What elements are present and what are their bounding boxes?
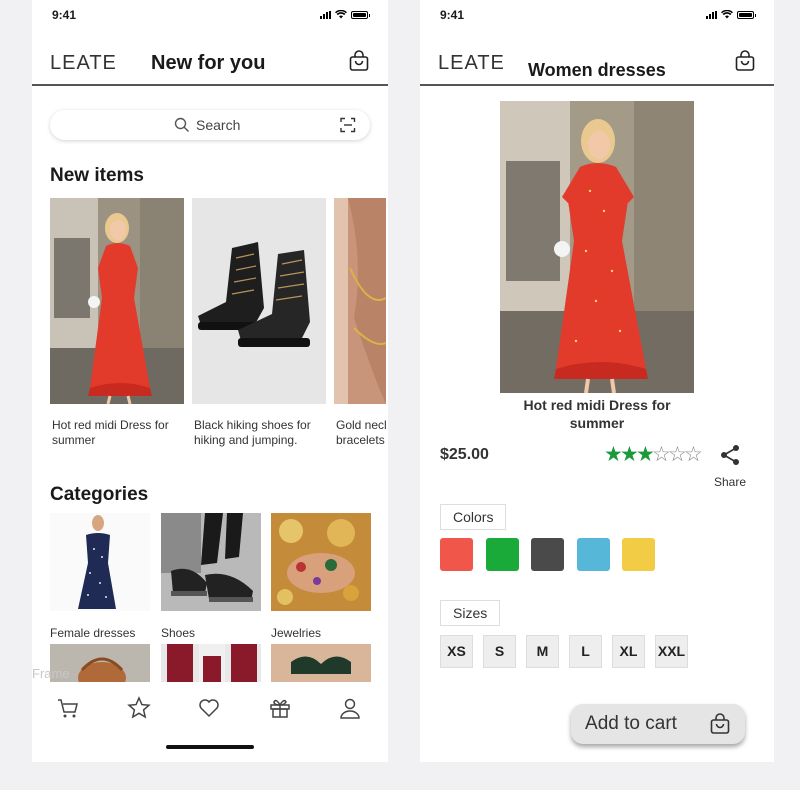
size-option-xxl[interactable]: XXL: [655, 635, 688, 668]
category-card[interactable]: Female dresses: [50, 513, 150, 640]
product-name-line1: Hot red midi Dress for: [523, 397, 671, 413]
size-option-m[interactable]: M: [526, 635, 559, 668]
add-to-cart-button[interactable]: Add to cart: [571, 704, 745, 744]
shopping-bag-icon[interactable]: [348, 50, 370, 72]
shopping-bag-icon: [710, 713, 730, 734]
new-items-heading: New items: [50, 165, 144, 186]
home-indicator: [166, 745, 254, 749]
star-filled-icon[interactable]: ★: [604, 444, 623, 466]
new-item-caption-line1: Hot red midi Dress for: [52, 418, 169, 432]
category-card[interactable]: Jewelries: [271, 513, 371, 640]
status-time: 9:41: [52, 8, 77, 22]
share-label: Share: [713, 475, 747, 489]
product-name: Hot red midi Dress for summer: [480, 396, 714, 432]
signal-icon: [320, 11, 331, 19]
watermark-text: Frame: [32, 666, 70, 681]
lingerie-photo[interactable]: [271, 644, 371, 684]
new-item-caption-line2: bracelets: [336, 433, 385, 447]
product-price: $25.00: [440, 446, 489, 463]
bottom-tab-bar: [32, 682, 388, 742]
search-icon: [174, 117, 189, 132]
category-label: Female dresses: [50, 626, 136, 640]
search-bar[interactable]: Search: [50, 110, 370, 140]
size-option-xl[interactable]: XL: [612, 635, 645, 668]
color-swatch[interactable]: [440, 538, 473, 571]
heart-icon[interactable]: [197, 696, 221, 720]
categories-heading: Categories: [50, 484, 149, 505]
size-option-l[interactable]: L: [569, 635, 602, 668]
app-header: LEATE New for you: [32, 40, 388, 86]
status-time: 9:41: [440, 8, 465, 22]
search-placeholder: Search: [196, 117, 241, 133]
user-icon[interactable]: [338, 696, 362, 720]
new-item-caption-line2: hiking and jumping.: [194, 433, 298, 447]
home-screen: 9:41 LEATE New for you Search New items: [32, 0, 388, 762]
share-icon: [721, 445, 739, 465]
sizes-label: Sizes: [440, 600, 501, 626]
star-filled-icon[interactable]: ★: [620, 444, 639, 466]
black-boots-photo: [192, 198, 326, 404]
page-title: Women dresses: [528, 60, 666, 80]
battery-icon: [737, 11, 756, 19]
new-item-caption-line1: Gold necl: [336, 418, 387, 432]
star-icon[interactable]: [127, 696, 151, 720]
product-image[interactable]: [500, 101, 694, 393]
cart-icon[interactable]: [56, 696, 80, 720]
app-header: LEATE Women dresses: [420, 40, 774, 86]
add-to-cart-label: Add to cart: [585, 713, 677, 734]
red-dress-photo: [50, 198, 184, 405]
color-swatch[interactable]: [576, 538, 610, 571]
category-label: Jewelries: [271, 626, 322, 640]
product-detail-screen: 9:41 LEATE Women dresses Hot red midi Dr…: [420, 0, 774, 762]
wifi-icon: [721, 10, 733, 19]
color-swatch[interactable]: [485, 538, 519, 571]
gift-icon[interactable]: [268, 696, 292, 720]
star-empty-icon[interactable]: ☆: [684, 444, 703, 466]
shopping-bag-icon[interactable]: [734, 50, 756, 72]
product-name-line2: summer: [569, 415, 625, 431]
size-option-xs[interactable]: XS: [440, 635, 473, 668]
gold-jewelry-photo: [334, 198, 387, 404]
star-filled-icon[interactable]: ★: [636, 444, 655, 466]
status-bar: 9:41: [440, 8, 756, 22]
signal-icon: [706, 11, 717, 19]
size-option-s[interactable]: S: [483, 635, 516, 668]
color-swatch[interactable]: [531, 538, 564, 571]
new-item-card[interactable]: Hot red midi Dress for summer: [50, 198, 184, 448]
share-button[interactable]: Share: [710, 444, 750, 489]
page-title: New for you: [151, 52, 266, 74]
new-item-card[interactable]: Black hiking shoes for hiking and jumpin…: [192, 198, 326, 448]
sneakers-photo: [161, 513, 261, 611]
color-swatch[interactable]: [622, 538, 655, 571]
rating-stars[interactable]: ★ ★ ★ ☆ ☆ ☆: [604, 444, 703, 466]
colors-label: Colors: [440, 504, 507, 530]
star-empty-icon[interactable]: ☆: [652, 444, 671, 466]
new-item-caption-line1: Black hiking shoes for: [194, 418, 311, 432]
category-label: Shoes: [161, 626, 196, 640]
jewelry-photo: [271, 513, 371, 611]
battery-icon: [351, 11, 370, 19]
brand-logo[interactable]: LEATE: [50, 52, 117, 75]
new-item-card[interactable]: Gold necl bracelets: [334, 198, 388, 448]
wifi-icon: [335, 10, 347, 19]
star-empty-icon[interactable]: ☆: [668, 444, 687, 466]
pants-photo[interactable]: [161, 644, 261, 684]
category-card[interactable]: Shoes: [161, 513, 261, 640]
navy-dress-photo: [50, 513, 150, 611]
status-bar: 9:41: [52, 8, 370, 22]
brand-logo[interactable]: LEATE: [438, 52, 505, 75]
scan-icon[interactable]: [340, 117, 356, 133]
new-item-caption-line2: summer: [52, 433, 96, 447]
